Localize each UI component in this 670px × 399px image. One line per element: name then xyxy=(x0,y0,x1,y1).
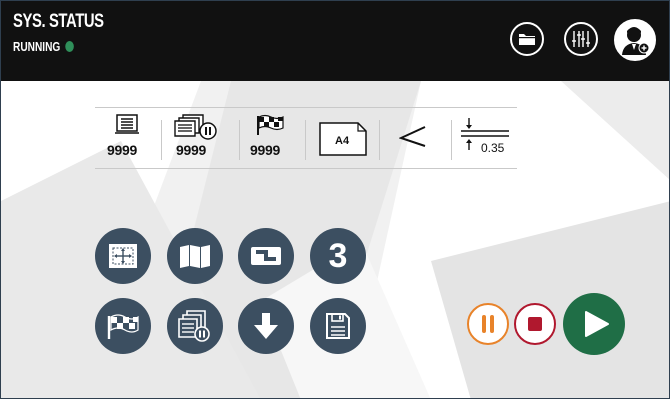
play-button[interactable] xyxy=(563,293,625,355)
batch-pause-button[interactable] xyxy=(167,298,223,354)
open-folder-button[interactable] xyxy=(510,22,544,56)
batch-counter: 9999 xyxy=(169,112,233,164)
pause-button[interactable] xyxy=(467,303,509,345)
download-button[interactable] xyxy=(238,298,294,354)
finish-counter: 9999 xyxy=(245,112,299,164)
batch-count: 9999 xyxy=(176,142,206,158)
fold-mode-button[interactable] xyxy=(238,228,294,284)
job-info-bar: 9999 9999 9999 A4 0.35 xyxy=(95,107,517,169)
stop-icon xyxy=(528,317,542,331)
document-icon xyxy=(115,114,139,134)
checkered-flag-icon xyxy=(257,114,284,135)
layout-arrows-icon xyxy=(109,244,137,268)
mode-number-button[interactable]: 3 xyxy=(310,228,366,284)
divider xyxy=(451,120,452,160)
stack-pause-icon xyxy=(178,310,210,342)
settings-button[interactable] xyxy=(564,22,598,56)
status-led-icon xyxy=(65,41,74,52)
checkered-flag-icon xyxy=(107,314,139,339)
divider xyxy=(305,120,306,160)
divider xyxy=(379,120,380,160)
fold-path-icon xyxy=(251,247,281,265)
offset-display: 0.35 xyxy=(457,112,515,164)
user-profile-button[interactable] xyxy=(614,19,656,61)
sliders-icon xyxy=(572,31,590,47)
divider xyxy=(161,120,162,160)
mode-number: 3 xyxy=(328,236,348,275)
arrow-down-icon xyxy=(254,313,278,339)
stack-pause-icon xyxy=(174,114,217,140)
running-status: RUNNING xyxy=(13,39,74,54)
status-text: RUNNING xyxy=(13,39,61,54)
map-button[interactable] xyxy=(167,228,223,284)
folded-map-icon xyxy=(180,245,210,268)
paper-size-display: A4 xyxy=(313,112,371,164)
sheet-count: 9999 xyxy=(107,142,137,158)
fold-angle-display xyxy=(391,112,435,164)
pause-icon xyxy=(482,315,494,333)
status-header: SYS. STATUS RUNNING xyxy=(1,1,669,81)
angle-icon xyxy=(399,126,426,147)
app-screen: SYS. STATUS RUNNING 9999 9999 9999 A4 0.… xyxy=(0,0,670,399)
play-icon xyxy=(584,311,609,337)
floppy-disk-icon xyxy=(326,313,350,339)
offset-value: 0.35 xyxy=(481,141,505,155)
system-status-title: SYS. STATUS xyxy=(13,11,104,32)
folder-icon xyxy=(519,34,535,45)
operator-add-icon xyxy=(622,27,650,55)
divider xyxy=(239,120,240,160)
sheet-counter: 9999 xyxy=(105,112,155,164)
stop-button[interactable] xyxy=(514,303,556,345)
layout-button[interactable] xyxy=(95,228,151,284)
save-button[interactable] xyxy=(310,298,366,354)
finish-flag-button[interactable] xyxy=(95,298,151,354)
paper-size-label: A4 xyxy=(335,135,350,147)
finish-count: 9999 xyxy=(250,142,280,158)
